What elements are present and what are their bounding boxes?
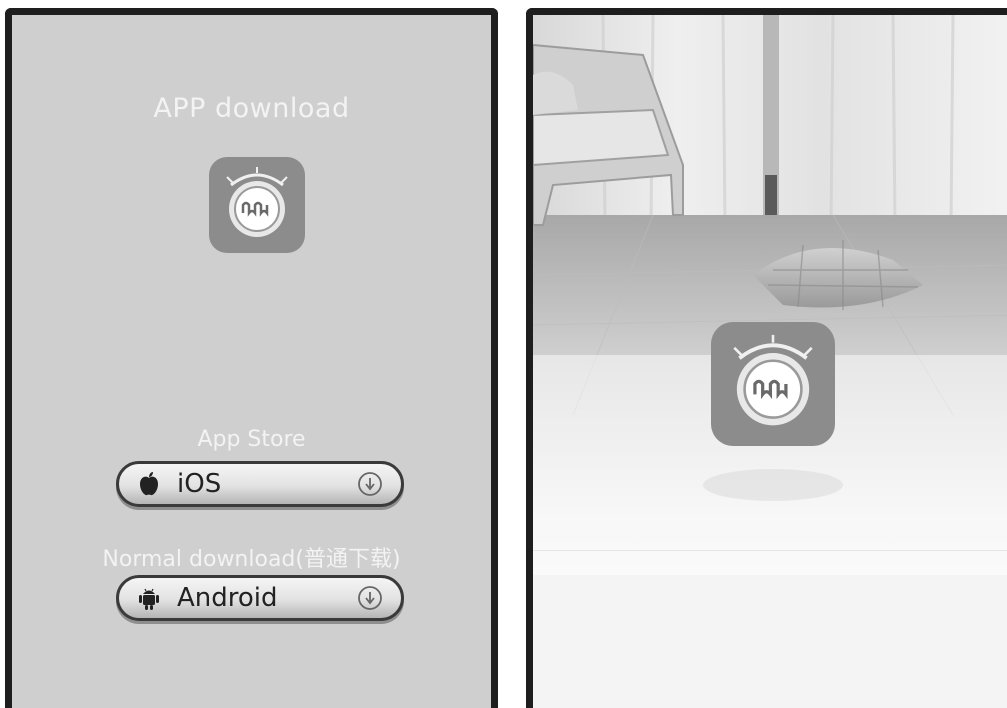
page-title: APP download — [153, 93, 350, 124]
download-screen: APP download App Store iOS Normal downlo… — [5, 8, 498, 708]
divider — [533, 550, 1007, 551]
android-button-label: Android — [177, 583, 278, 613]
normal-download-label: Normal download(普通下载) — [102, 547, 401, 572]
app-store-label: App Store — [197, 427, 306, 452]
android-download-button[interactable]: Android — [116, 575, 404, 621]
download-arrow-icon — [357, 585, 383, 611]
ios-button-label: iOS — [177, 469, 222, 499]
room-background-image — [533, 15, 1007, 575]
ios-download-button[interactable]: iOS — [116, 461, 404, 507]
splash-screen — [526, 8, 1007, 708]
robot-vacuum-app-icon — [711, 322, 835, 446]
robot-vacuum-app-icon — [209, 157, 305, 253]
android-icon — [137, 585, 161, 611]
apple-icon — [137, 471, 161, 497]
download-arrow-icon — [357, 471, 383, 497]
